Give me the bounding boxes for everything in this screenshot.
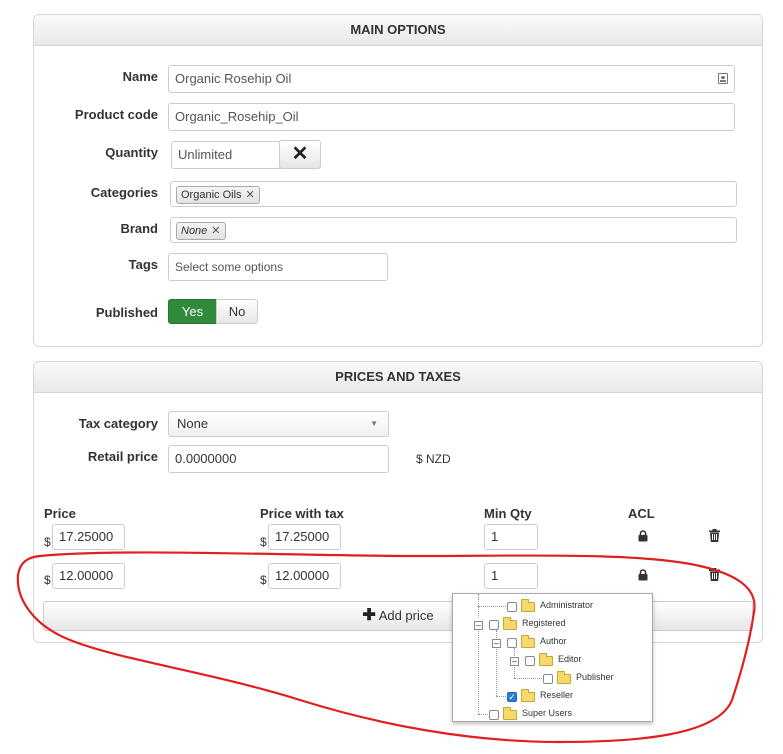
clear-quantity-button[interactable]: ✕	[279, 140, 321, 169]
min-qty-value: 1	[491, 568, 499, 583]
remove-tag-icon[interactable]: ✕	[211, 225, 220, 237]
contact-card-icon	[718, 73, 728, 84]
price-input[interactable]: 17.25000	[52, 524, 125, 550]
tree-connector	[478, 606, 506, 607]
tax-category-label: Tax category	[78, 416, 158, 431]
lock-icon[interactable]	[638, 569, 648, 584]
acl-label-publisher: Publisher	[576, 672, 614, 682]
brand-input[interactable]: None ✕	[170, 217, 737, 243]
tax-category-select[interactable]: None ▼	[168, 411, 389, 437]
product-code-input[interactable]: Organic_Rosehip_Oil	[168, 103, 735, 131]
tags-placeholder: Select some options	[175, 260, 284, 274]
retail-price-input[interactable]: 0.0000000	[168, 445, 389, 473]
price-with-tax-value: 17.25000	[275, 529, 330, 544]
acl-label-reseller: Reseller	[540, 690, 574, 700]
tax-category-value: None	[177, 416, 209, 431]
tree-connector	[496, 696, 506, 697]
price-column-header: Price	[44, 506, 76, 521]
collapse-icon[interactable]: –	[474, 621, 483, 630]
acl-checkbox-administrator[interactable]	[507, 602, 517, 612]
name-input[interactable]: Organic Rosehip Oil	[168, 65, 735, 93]
acl-checkbox-publisher[interactable]	[543, 674, 553, 684]
published-yes-label: Yes	[181, 304, 204, 319]
collapse-icon[interactable]: –	[510, 657, 519, 666]
quantity-label: Quantity	[105, 145, 158, 160]
brand-label: Brand	[120, 221, 158, 236]
product-code-value: Organic_Rosehip_Oil	[175, 109, 299, 124]
category-tag[interactable]: Organic Oils ✕	[176, 186, 260, 204]
currency-symbol: $	[260, 573, 267, 587]
currency-symbol: $	[44, 573, 51, 587]
category-tag-label: Organic Oils	[181, 189, 242, 201]
acl-label-super-users: Super Users	[522, 708, 573, 718]
published-no-button[interactable]: No	[216, 299, 258, 324]
tags-input[interactable]: Select some options	[168, 253, 388, 281]
acl-checkbox-super-users[interactable]	[489, 710, 499, 720]
brand-tag-label: None	[181, 225, 208, 237]
min-qty-value: 1	[491, 529, 499, 544]
trash-icon[interactable]	[709, 568, 720, 584]
retail-price-label: Retail price	[87, 449, 158, 464]
min-qty-input[interactable]: 1	[484, 524, 538, 550]
acl-checkbox-registered[interactable]	[489, 620, 499, 630]
categories-input[interactable]: Organic Oils ✕	[170, 181, 737, 207]
retail-price-value: 0.0000000	[175, 451, 237, 466]
add-price-label: Add price	[378, 608, 434, 623]
price-with-tax-input[interactable]: 12.00000	[268, 563, 341, 589]
acl-label-author: Author	[540, 636, 567, 646]
tags-label: Tags	[128, 257, 158, 272]
published-yes-button[interactable]: Yes	[168, 299, 217, 324]
folder-icon	[557, 671, 571, 684]
collapse-icon[interactable]: –	[492, 639, 501, 648]
published-label: Published	[95, 305, 158, 320]
acl-tree-dropdown: Administrator – Registered – Author – Ed…	[452, 593, 653, 722]
acl-label-registered: Registered	[522, 618, 566, 628]
folder-icon	[521, 635, 535, 648]
price-input[interactable]: 12.00000	[52, 563, 125, 589]
quantity-input[interactable]: Unlimited	[171, 141, 281, 169]
trash-icon[interactable]	[709, 529, 720, 545]
folder-icon	[521, 689, 535, 702]
main-options-title: MAIN OPTIONS	[34, 15, 762, 46]
remove-tag-icon[interactable]: ✕	[246, 189, 255, 201]
price-with-tax-input[interactable]: 17.25000	[268, 524, 341, 550]
tree-connector	[478, 624, 479, 714]
plus-icon: ✚	[362, 607, 376, 624]
name-value: Organic Rosehip Oil	[175, 71, 292, 86]
acl-checkbox-reseller[interactable]: ✓	[507, 692, 517, 702]
name-label: Name	[122, 69, 158, 84]
min-qty-column-header: Min Qty	[484, 506, 532, 521]
acl-column-header: ACL	[628, 506, 655, 521]
folder-icon	[503, 617, 517, 630]
price-with-tax-value: 12.00000	[275, 568, 330, 583]
prices-taxes-title: PRICES AND TAXES	[34, 362, 762, 393]
currency-symbol: $	[260, 535, 267, 549]
lock-icon[interactable]	[638, 530, 648, 545]
folder-icon	[503, 707, 517, 720]
price-value: 17.25000	[59, 529, 114, 544]
product-code-label: Product code	[74, 107, 158, 122]
currency-label: $ NZD	[416, 452, 451, 466]
currency-symbol: $	[44, 535, 51, 549]
acl-label-administrator: Administrator	[540, 600, 594, 610]
quantity-value: Unlimited	[178, 147, 233, 162]
brand-tag[interactable]: None ✕	[176, 222, 226, 240]
min-qty-input[interactable]: 1	[484, 563, 538, 589]
categories-label: Categories	[90, 185, 158, 200]
published-no-label: No	[228, 304, 246, 319]
acl-checkbox-editor[interactable]	[525, 656, 535, 666]
folder-icon	[539, 653, 553, 666]
folder-icon	[521, 599, 535, 612]
price-value: 12.00000	[59, 568, 114, 583]
caret-down-icon: ▼	[370, 419, 378, 428]
tree-connector	[514, 678, 542, 679]
price-with-tax-column-header: Price with tax	[260, 506, 344, 521]
tree-connector	[478, 714, 488, 715]
close-icon: ✕	[291, 143, 309, 165]
acl-label-editor: Editor	[558, 654, 582, 664]
acl-checkbox-author[interactable]	[507, 638, 517, 648]
